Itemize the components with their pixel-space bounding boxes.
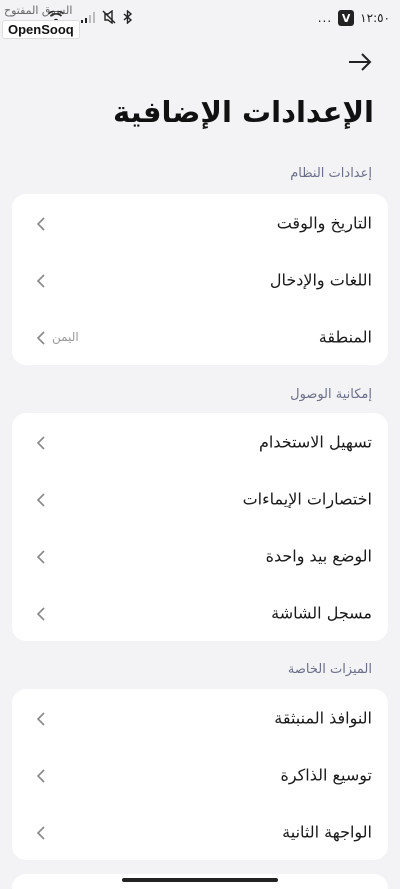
accessibility-card: تسهيل الاستخدام اختصارات الإيماءات الوضع… (12, 413, 388, 641)
back-arrow-icon (348, 53, 372, 75)
chevron-left-icon (36, 492, 46, 507)
section-header-special-features: الميزات الخاصة (287, 662, 372, 677)
settings-row-memory-expansion[interactable]: توسيع الذاكرة (12, 746, 388, 803)
back-button[interactable] (346, 50, 374, 78)
row-label: المنطقة (318, 327, 372, 346)
mute-icon (102, 9, 116, 27)
special-features-card: النوافذ المنبثقة توسيع الذاكرة الواجهة ا… (12, 689, 388, 860)
status-icons-right: ... V ١٢:٥٠ (318, 10, 390, 26)
section-header-system: إعدادات النظام (290, 166, 372, 181)
row-label: مسجل الشاشة (271, 603, 372, 622)
settings-row-date-time[interactable]: التاريخ والوقت (12, 194, 388, 251)
chevron-left-icon (36, 711, 46, 726)
home-indicator[interactable] (122, 878, 278, 882)
bluetooth-icon (122, 8, 134, 27)
row-label: الواجهة الثانية (282, 822, 372, 841)
row-label: التاريخ والوقت (276, 213, 372, 232)
chevron-left-icon (36, 216, 46, 231)
row-label: تسهيل الاستخدام (258, 432, 372, 451)
section-header-accessibility: إمكانية الوصول (290, 387, 372, 402)
more-dots: ... (317, 11, 333, 25)
chevron-left-icon (36, 825, 46, 840)
signal-icon (80, 11, 96, 26)
chevron-left-icon (36, 435, 46, 450)
settings-row-one-handed-mode[interactable]: الوضع بيد واحدة (12, 527, 388, 584)
settings-row-gesture-shortcuts[interactable]: اختصارات الإيماءات (12, 470, 388, 527)
settings-row-screen-recorder[interactable]: مسجل الشاشة (12, 584, 388, 641)
chevron-left-icon (36, 768, 46, 783)
chevron-left-icon (36, 549, 46, 564)
row-label: النوافذ المنبثقة (274, 708, 372, 727)
row-label: اختصارات الإيماءات (242, 489, 372, 508)
settings-row-second-space[interactable]: الواجهة الثانية (12, 803, 388, 860)
page-title: الإعدادات الإضافية (113, 95, 374, 129)
settings-row-region[interactable]: المنطقة اليمن (12, 308, 388, 365)
row-label: توسيع الذاكرة (280, 765, 372, 784)
settings-row-ease-of-use[interactable]: تسهيل الاستخدام (12, 413, 388, 470)
app-notification-icon: V (338, 10, 355, 26)
chevron-left-icon (36, 606, 46, 621)
watermark-arabic: السوق المفتوح (4, 4, 73, 17)
settings-row-floating-windows[interactable]: النوافذ المنبثقة (12, 689, 388, 746)
row-label: اللغات والإدخال (269, 270, 372, 289)
row-label: الوضع بيد واحدة (265, 546, 372, 565)
opensooq-watermark: OpenSooq (2, 20, 80, 39)
chevron-left-icon (36, 273, 46, 288)
system-settings-card: التاريخ والوقت اللغات والإدخال المنطقة ا… (12, 194, 388, 365)
chevron-left-icon (36, 330, 46, 345)
settings-row-languages-input[interactable]: اللغات والإدخال (12, 251, 388, 308)
status-time: ١٢:٥٠ (360, 11, 390, 25)
region-value: اليمن (52, 329, 79, 344)
